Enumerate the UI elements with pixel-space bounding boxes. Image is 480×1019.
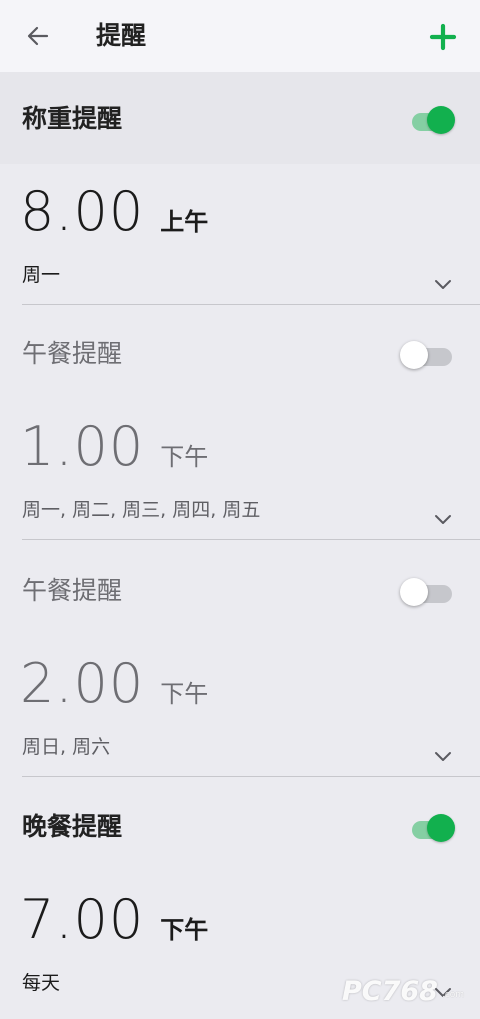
divider bbox=[22, 539, 480, 540]
plus-icon bbox=[429, 23, 457, 51]
arrow-left-icon bbox=[27, 26, 49, 46]
page-title: 提醒 bbox=[96, 21, 147, 50]
reminder-header: 午餐提醒 bbox=[0, 544, 480, 636]
reminder-time-row[interactable]: 8.00 上午 bbox=[20, 180, 208, 250]
add-reminder-button[interactable] bbox=[424, 18, 462, 56]
reminder-name: 午餐提醒 bbox=[22, 576, 123, 605]
reminder-days: 周日, 周六 bbox=[22, 736, 111, 758]
chevron-down-icon bbox=[435, 280, 451, 289]
expand-button[interactable] bbox=[430, 507, 456, 533]
reminder-toggle[interactable] bbox=[400, 814, 456, 842]
watermark-logo: PC768 bbox=[342, 976, 438, 1007]
reminder-period: 下午 bbox=[160, 443, 209, 471]
reminder-name: 晚餐提醒 bbox=[22, 812, 123, 841]
reminder-days: 周一, 周二, 周三, 周四, 周五 bbox=[22, 499, 261, 521]
back-button[interactable] bbox=[22, 20, 54, 52]
expand-button[interactable] bbox=[430, 744, 456, 770]
toggle-thumb bbox=[427, 106, 455, 134]
chevron-down-icon bbox=[435, 752, 451, 761]
reminder-time-row[interactable]: 2.00 下午 bbox=[20, 652, 208, 722]
reminder-time-row[interactable]: 7.00 下午 bbox=[20, 888, 208, 958]
reminder-toggle[interactable] bbox=[400, 341, 456, 369]
chevron-down-icon bbox=[435, 515, 451, 524]
divider bbox=[22, 776, 480, 777]
reminder-days: 周一 bbox=[22, 264, 61, 286]
divider bbox=[22, 304, 480, 305]
toggle-thumb bbox=[427, 814, 455, 842]
toggle-thumb bbox=[400, 578, 428, 606]
reminder-toggle[interactable] bbox=[400, 106, 456, 134]
reminder-days: 每天 bbox=[22, 972, 61, 994]
reminder-header: 午餐提醒 bbox=[0, 307, 480, 399]
reminder-time: 1.00 bbox=[20, 415, 145, 478]
reminder-header: 称重提醒 bbox=[0, 72, 480, 164]
reminder-period: 上午 bbox=[160, 208, 209, 236]
reminder-name: 称重提醒 bbox=[22, 104, 123, 133]
reminder-period: 下午 bbox=[160, 680, 209, 708]
reminder-header: 晚餐提醒 bbox=[0, 780, 480, 872]
reminder-toggle[interactable] bbox=[400, 578, 456, 606]
reminder-name: 午餐提醒 bbox=[22, 339, 123, 368]
watermark-domain: .com bbox=[442, 990, 465, 1000]
reminder-period: 下午 bbox=[160, 916, 209, 944]
reminder-time: 2.00 bbox=[20, 652, 145, 715]
expand-button[interactable] bbox=[430, 272, 456, 298]
reminder-time-row[interactable]: 1.00 下午 bbox=[20, 415, 208, 485]
toggle-thumb bbox=[400, 341, 428, 369]
reminder-time: 8.00 bbox=[20, 180, 145, 243]
reminder-time: 7.00 bbox=[20, 888, 145, 951]
top-app-bar: 提醒 bbox=[0, 0, 480, 72]
